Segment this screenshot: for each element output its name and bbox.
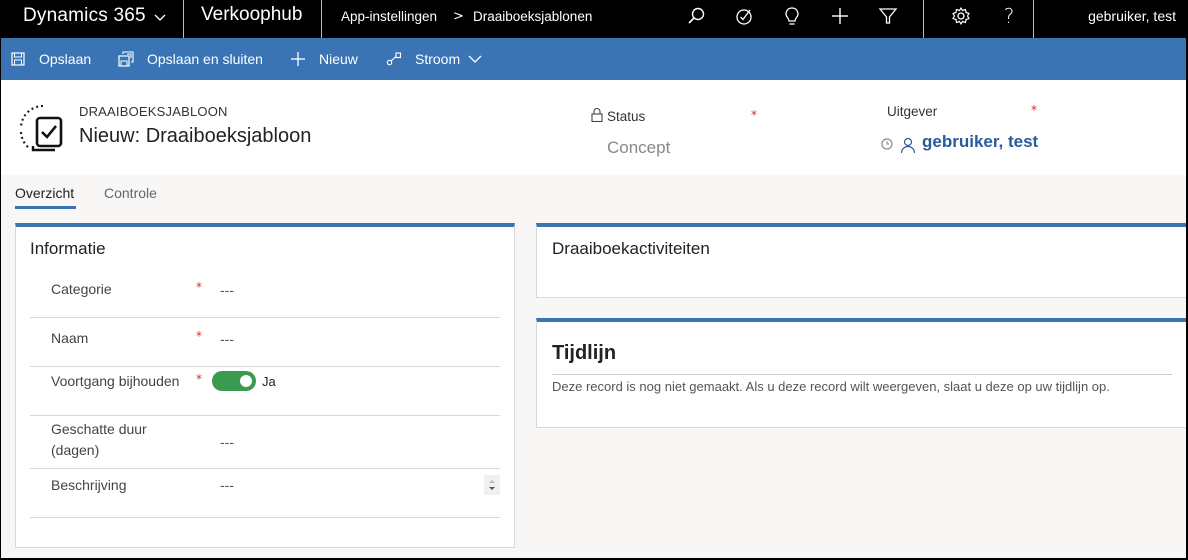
chevron-down-icon[interactable]	[152, 9, 168, 25]
save-label: Opslaan	[39, 51, 92, 67]
divider	[183, 0, 184, 38]
beschrijving-input[interactable]: ---	[220, 477, 234, 493]
app-frame: Dynamics 365 Verkoophub App-instellingen…	[1, 0, 1186, 558]
field-beschrijving: Beschrijving ---	[30, 469, 500, 518]
owner-label: Uitgever	[887, 104, 938, 119]
save-and-close-label: Opslaan en sluiten	[147, 51, 263, 67]
record-header: DRAAIBOEKSJABLOON Nieuw: Draaiboeksjablo…	[1, 80, 1186, 175]
section-title: Tijdlijn	[552, 342, 617, 364]
required-indicator: *	[751, 108, 757, 122]
divider	[321, 0, 322, 38]
tab-controle[interactable]: Controle	[104, 185, 157, 201]
save-icon	[9, 50, 27, 68]
field-label-line1: Geschatte duur	[51, 421, 147, 437]
field-label-line2: (dagen)	[51, 442, 100, 458]
page-title: Nieuw: Draaiboeksjabloon	[79, 125, 312, 147]
field-naam: Naam * ---	[30, 318, 500, 367]
top-navbar: Dynamics 365 Verkoophub App-instellingen…	[1, 0, 1186, 38]
flow-button[interactable]: Stroom	[385, 38, 482, 80]
naam-input[interactable]: ---	[220, 331, 234, 347]
status-value: Concept	[607, 138, 671, 157]
divider	[552, 374, 1172, 375]
save-close-icon	[117, 50, 135, 68]
field-voortgang-bijhouden: Voortgang bijhouden * Ja	[30, 367, 500, 416]
scroll-spinner[interactable]	[484, 475, 500, 495]
form-tabs: Overzicht Controle	[1, 175, 1186, 215]
lightbulb-icon[interactable]	[781, 5, 803, 27]
timeline-section: Tijdlijn Deze record is nog niet gemaakt…	[536, 318, 1186, 428]
field-label: Categorie	[51, 281, 112, 297]
section-title: Draaiboekactiviteiten	[552, 239, 710, 258]
breadcrumb-separator-icon: >	[453, 9, 464, 24]
hub-name[interactable]: Verkoophub	[201, 4, 302, 26]
filter-icon[interactable]	[877, 5, 899, 27]
help-icon[interactable]: ?	[998, 4, 1020, 28]
flow-icon	[385, 50, 403, 68]
required-indicator: *	[196, 280, 202, 294]
required-indicator: *	[196, 329, 202, 343]
categorie-input[interactable]: ---	[220, 282, 234, 298]
activities-section: Draaiboekactiviteiten	[536, 223, 1186, 298]
plus-icon	[289, 50, 307, 68]
divider	[1033, 0, 1034, 38]
lock-icon	[591, 107, 603, 126]
section-title: Informatie	[30, 239, 106, 258]
required-indicator: *	[1031, 103, 1037, 117]
field-geschatte-duur: Geschatte duur (dagen) ---	[30, 416, 500, 469]
chevron-down-icon	[468, 52, 482, 66]
plus-icon[interactable]	[829, 5, 851, 27]
command-bar: Opslaan Opslaan en sluiten Nieuw Stroom	[1, 38, 1186, 80]
geschatte-duur-input[interactable]: ---	[220, 434, 234, 450]
tab-overzicht[interactable]: Overzicht	[15, 185, 74, 201]
gear-icon[interactable]	[950, 5, 972, 27]
toggle-knob	[240, 375, 252, 387]
field-categorie: Categorie * ---	[30, 267, 500, 318]
new-button[interactable]: Nieuw	[289, 38, 358, 80]
assistant-icon[interactable]	[733, 5, 755, 27]
required-indicator: *	[196, 372, 202, 386]
status-label: Status	[607, 109, 646, 124]
active-tab-indicator	[15, 206, 76, 209]
timeline-message: Deze record is nog niet gemaakt. Als u d…	[552, 379, 1110, 394]
breadcrumb-current: Draaiboeksjablonen	[473, 9, 593, 24]
toggle-value-label: Ja	[262, 374, 276, 389]
user-icon	[900, 137, 916, 157]
save-button[interactable]: Opslaan	[9, 38, 91, 80]
voortgang-toggle[interactable]	[212, 371, 256, 391]
owner-link[interactable]: gebruiker, test	[922, 132, 1038, 152]
flow-label: Stroom	[415, 51, 461, 67]
field-label: Voortgang bijhouden	[51, 373, 180, 389]
field-label: Naam	[51, 330, 89, 346]
entity-type-label: DRAAIBOEKSJABLOON	[79, 104, 228, 119]
presence-icon	[881, 135, 893, 154]
app-name[interactable]: Dynamics 365	[23, 5, 146, 27]
new-label: Nieuw	[319, 51, 358, 67]
user-name[interactable]: gebruiker, test	[1088, 8, 1176, 24]
search-icon[interactable]	[685, 5, 707, 27]
field-label: Geschatte duur (dagen)	[51, 419, 147, 461]
breadcrumb-app-settings[interactable]: App-instellingen	[341, 9, 437, 24]
info-section: Informatie Categorie * --- Naam * --- Vo…	[15, 223, 515, 548]
save-and-close-button[interactable]: Opslaan en sluiten	[117, 38, 263, 80]
field-label: Beschrijving	[51, 477, 127, 493]
playbook-template-icon	[15, 100, 69, 156]
divider	[923, 0, 924, 38]
